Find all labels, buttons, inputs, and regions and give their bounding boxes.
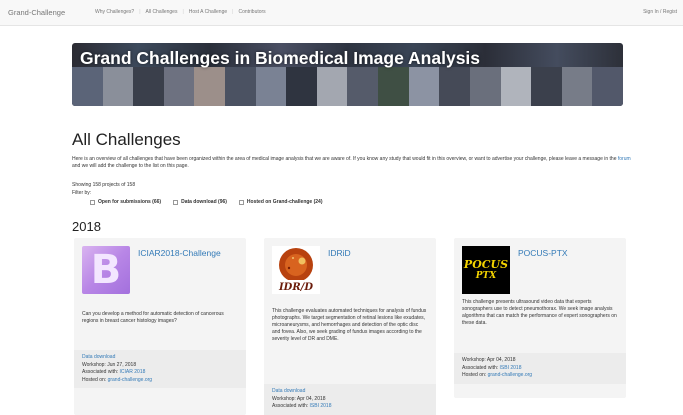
hosted-label: Hosted on: bbox=[462, 372, 488, 378]
filter-label: Filter by: bbox=[72, 190, 92, 196]
challenge-title-link[interactable]: ICIAR2018-Challenge bbox=[138, 248, 238, 258]
data-download-link[interactable]: Data download bbox=[272, 388, 305, 394]
associated-label: Associated with: bbox=[272, 403, 310, 409]
challenge-card-pocus-ptx[interactable]: POCUS PTX POCUS-PTX This challenge prese… bbox=[454, 238, 626, 398]
challenge-card-iciar2018[interactable]: B ICIAR2018-Challenge Can you develop a … bbox=[74, 238, 246, 415]
filter-label-hosted: Hosted on Grand-challenge (24) bbox=[246, 199, 323, 205]
pocus-logo[interactable]: POCUS PTX bbox=[462, 246, 510, 294]
filter-checkbox[interactable] bbox=[173, 199, 179, 205]
challenge-meta: Data download Workshop: Apr 04, 2018 Ass… bbox=[264, 384, 436, 415]
filter-open-for-submissions[interactable]: Open for submissions (66) bbox=[90, 199, 161, 205]
banner-title: Grand Challenges in Biomedical Image Ana… bbox=[80, 48, 481, 68]
challenge-description: This challenge evaluates automated techn… bbox=[272, 308, 427, 342]
filter-checkbox[interactable] bbox=[238, 199, 244, 205]
nav-contributors[interactable]: Contributors bbox=[233, 9, 270, 15]
challenge-meta: Workshop: Apr 04, 2018 Associated with: … bbox=[454, 353, 626, 384]
intro-text-part1: Here is an overview of all challenges th… bbox=[72, 156, 618, 162]
associated-link[interactable]: ISBI 2018 bbox=[500, 365, 522, 371]
intro-text-part2: and we will add the challenge to the lis… bbox=[72, 163, 189, 169]
intro-text: Here is an overview of all challenges th… bbox=[72, 156, 632, 170]
hero-banner: Grand Challenges in Biomedical Image Ana… bbox=[72, 43, 623, 106]
data-download-link[interactable]: Data download bbox=[82, 354, 115, 360]
associated-link[interactable]: ICIAR 2018 bbox=[120, 369, 146, 375]
challenge-card-idrid[interactable]: IDR/D IDRiD This challenge evaluates aut… bbox=[264, 238, 436, 415]
nav-host-a-challenge[interactable]: Host A Challenge bbox=[184, 9, 232, 15]
nav-why-challenges[interactable]: Why Challenges? bbox=[90, 9, 139, 15]
workshop-date: Workshop: Apr 04, 2018 bbox=[272, 395, 326, 402]
filter-checkbox[interactable] bbox=[90, 199, 95, 205]
hosted-link[interactable]: grand-challenge.org bbox=[488, 372, 532, 378]
filter-label-open: Open for submissions (66) bbox=[98, 199, 162, 205]
challenge-description: This challenge presents ultrasound video… bbox=[462, 299, 617, 326]
challenge-title-link[interactable]: IDRiD bbox=[328, 248, 428, 258]
nav-links: Why Challenges? | All Challenges | Host … bbox=[90, 9, 271, 15]
iciar-logo-letter: B bbox=[90, 247, 122, 293]
brand-link[interactable]: Grand-Challenge bbox=[8, 8, 65, 17]
challenge-title-link[interactable]: POCUS-PTX bbox=[518, 248, 618, 258]
associated-label: Associated with: bbox=[462, 364, 500, 371]
filter-hosted-on-grand-challenge[interactable]: Hosted on Grand-challenge (24) bbox=[238, 199, 323, 205]
year-heading: 2018 bbox=[72, 219, 101, 234]
challenge-description: Can you develop a method for automatic d… bbox=[82, 311, 224, 324]
workshop-date: Workshop: Jun 27, 2018 bbox=[82, 361, 137, 368]
forum-link[interactable]: forum bbox=[618, 156, 631, 162]
filter-label-data: Data download (96) bbox=[181, 199, 227, 205]
results-count: Showing 158 projects of 158 bbox=[72, 182, 136, 188]
top-navbar: Grand-Challenge Why Challenges? | All Ch… bbox=[0, 0, 683, 26]
idrid-logo-text: IDR/D bbox=[278, 282, 313, 293]
sign-in-link[interactable]: Sign In / Regist bbox=[643, 9, 677, 15]
filter-data-download[interactable]: Data download (96) bbox=[173, 199, 227, 205]
hosted-label: Hosted on: bbox=[82, 376, 108, 383]
associated-link[interactable]: ISBI 2018 bbox=[310, 403, 332, 409]
iciar-logo[interactable]: B bbox=[82, 246, 130, 294]
banner-image-mosaic bbox=[72, 67, 623, 106]
hosted-link[interactable]: grand-challenge.org bbox=[108, 377, 152, 383]
pocus-logo-line1: POCUS bbox=[463, 258, 509, 271]
workshop-date: Workshop: Apr 04, 2018 bbox=[462, 357, 516, 363]
nav-all-challenges[interactable]: All Challenges bbox=[141, 9, 183, 15]
pocus-logo-line2: PTX bbox=[475, 271, 497, 281]
page-title: All Challenges bbox=[72, 130, 181, 149]
filter-group: Open for submissions (66) Data download … bbox=[90, 199, 323, 205]
associated-label: Associated with: bbox=[82, 369, 120, 375]
challenge-meta: Data download Workshop: Jun 27, 2018 Ass… bbox=[74, 350, 246, 388]
idrid-logo[interactable]: IDR/D bbox=[272, 246, 320, 294]
